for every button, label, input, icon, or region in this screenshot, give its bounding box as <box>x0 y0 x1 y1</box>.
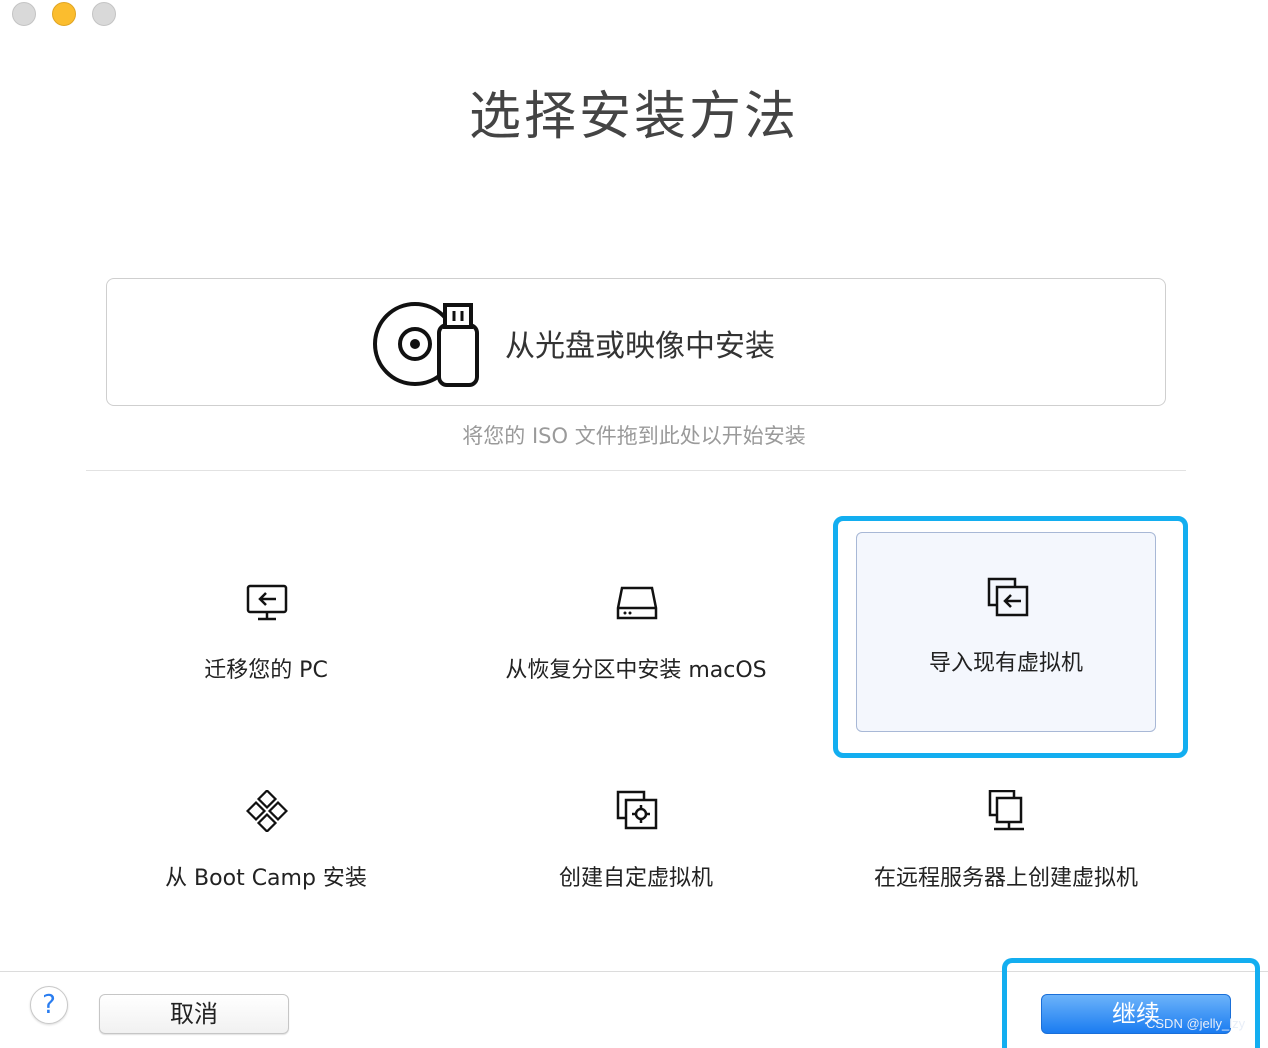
option-custom-vm[interactable]: 创建自定虚拟机 <box>476 748 796 938</box>
option-migrate-pc[interactable]: 迁移您的 PC <box>106 540 426 730</box>
minimize-window-button[interactable] <box>52 2 76 26</box>
option-remote-server-vm[interactable]: 在远程服务器上创建虚拟机 <box>846 748 1166 938</box>
option-boot-camp[interactable]: 从 Boot Camp 安装 <box>106 748 426 938</box>
install-from-disc-label: 从光盘或映像中安装 <box>505 329 775 364</box>
boot-camp-icon <box>246 790 288 832</box>
cancel-button[interactable]: 取消 <box>99 994 289 1034</box>
continue-highlight <box>1002 958 1260 1048</box>
install-from-disc-option[interactable]: 从光盘或映像中安装 <box>106 278 1166 406</box>
option-label: 迁移您的 PC <box>204 658 328 683</box>
window-controls <box>12 2 116 26</box>
custom-vm-icon <box>616 790 658 830</box>
remote-server-icon <box>988 790 1024 831</box>
disc-usb-icon <box>373 302 479 387</box>
help-button[interactable]: ? <box>30 986 68 1024</box>
option-recovery-partition[interactable]: 从恢复分区中安装 macOS <box>476 540 796 730</box>
option-label: 在远程服务器上创建虚拟机 <box>873 866 1138 891</box>
selection-highlight <box>833 516 1188 758</box>
divider <box>86 470 1186 471</box>
watermark-text: CSDN @jelly_lzy <box>1146 1016 1246 1031</box>
migrate-pc-icon <box>246 584 288 621</box>
option-label: 创建自定虚拟机 <box>558 866 713 891</box>
drop-iso-hint: 将您的 ISO 文件拖到此处以开始安装 <box>462 424 806 448</box>
close-window-button[interactable] <box>12 2 36 26</box>
hard-disk-icon <box>616 586 658 620</box>
page-title: 选择安装方法 <box>468 87 799 147</box>
zoom-window-button[interactable] <box>92 2 116 26</box>
option-label: 从 Boot Camp 安装 <box>165 866 367 891</box>
option-label: 从恢复分区中安装 macOS <box>505 658 767 683</box>
